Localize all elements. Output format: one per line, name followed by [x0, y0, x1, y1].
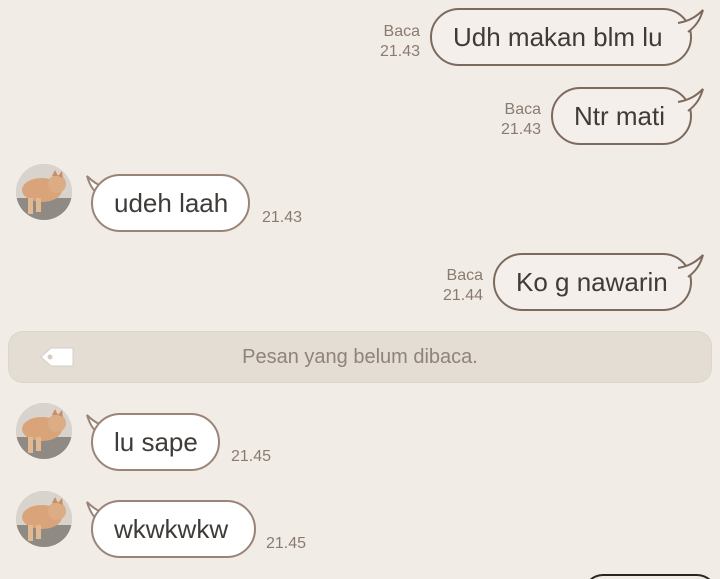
bubble-tail	[677, 88, 704, 112]
read-receipt: Baca	[383, 23, 420, 40]
incoming-message-bubble[interactable]: lu sape	[91, 413, 220, 471]
incoming-message-bubble[interactable]: wkwkwkw	[91, 500, 256, 558]
message-text: udeh laah	[114, 188, 229, 218]
message-meta: Baca 21.43	[340, 22, 420, 62]
cat-avatar-photo	[16, 403, 72, 459]
read-receipt: Baca	[504, 101, 541, 118]
chat-window: Baca 21.43 Udh makan blm lu Baca 21.43 N…	[0, 0, 720, 579]
message-time: 21.43	[500, 121, 541, 138]
message-meta: Baca 21.44	[403, 266, 483, 306]
message-time: 21.43	[379, 43, 420, 60]
read-receipt: Baca	[446, 267, 483, 284]
incoming-message-bubble[interactable]: udeh laah	[91, 174, 250, 232]
message-text: Ntr mati	[574, 101, 665, 131]
cat-avatar-photo	[16, 164, 72, 220]
message-text: Udh makan blm lu	[453, 22, 663, 52]
message-text: Ko g nawarin	[516, 267, 668, 297]
message-time: 21.45	[266, 535, 307, 552]
message-text: wkwkwkw	[114, 514, 229, 544]
message-time: 21.44	[442, 287, 483, 304]
contact-avatar[interactable]	[16, 164, 72, 220]
message-time: 21.45	[231, 448, 272, 465]
outgoing-message-bubble[interactable]: Ko g nawarin	[493, 253, 692, 311]
contact-avatar[interactable]	[16, 491, 72, 547]
outgoing-message-bubble-partial[interactable]	[583, 574, 717, 579]
message-text: lu sape	[114, 427, 198, 457]
contact-avatar[interactable]	[16, 403, 72, 459]
unread-messages-divider: Pesan yang belum dibaca.	[9, 332, 711, 382]
unread-label: Pesan yang belum dibaca.	[242, 346, 478, 368]
message-meta: Baca 21.43	[461, 100, 541, 140]
cat-avatar-photo	[16, 491, 72, 547]
message-time: 21.43	[262, 209, 303, 226]
bubble-tail	[677, 9, 704, 33]
outgoing-message-bubble[interactable]: Ntr mati	[551, 87, 692, 145]
outgoing-message-bubble[interactable]: Udh makan blm lu	[430, 8, 692, 66]
bubble-tail	[677, 254, 704, 278]
